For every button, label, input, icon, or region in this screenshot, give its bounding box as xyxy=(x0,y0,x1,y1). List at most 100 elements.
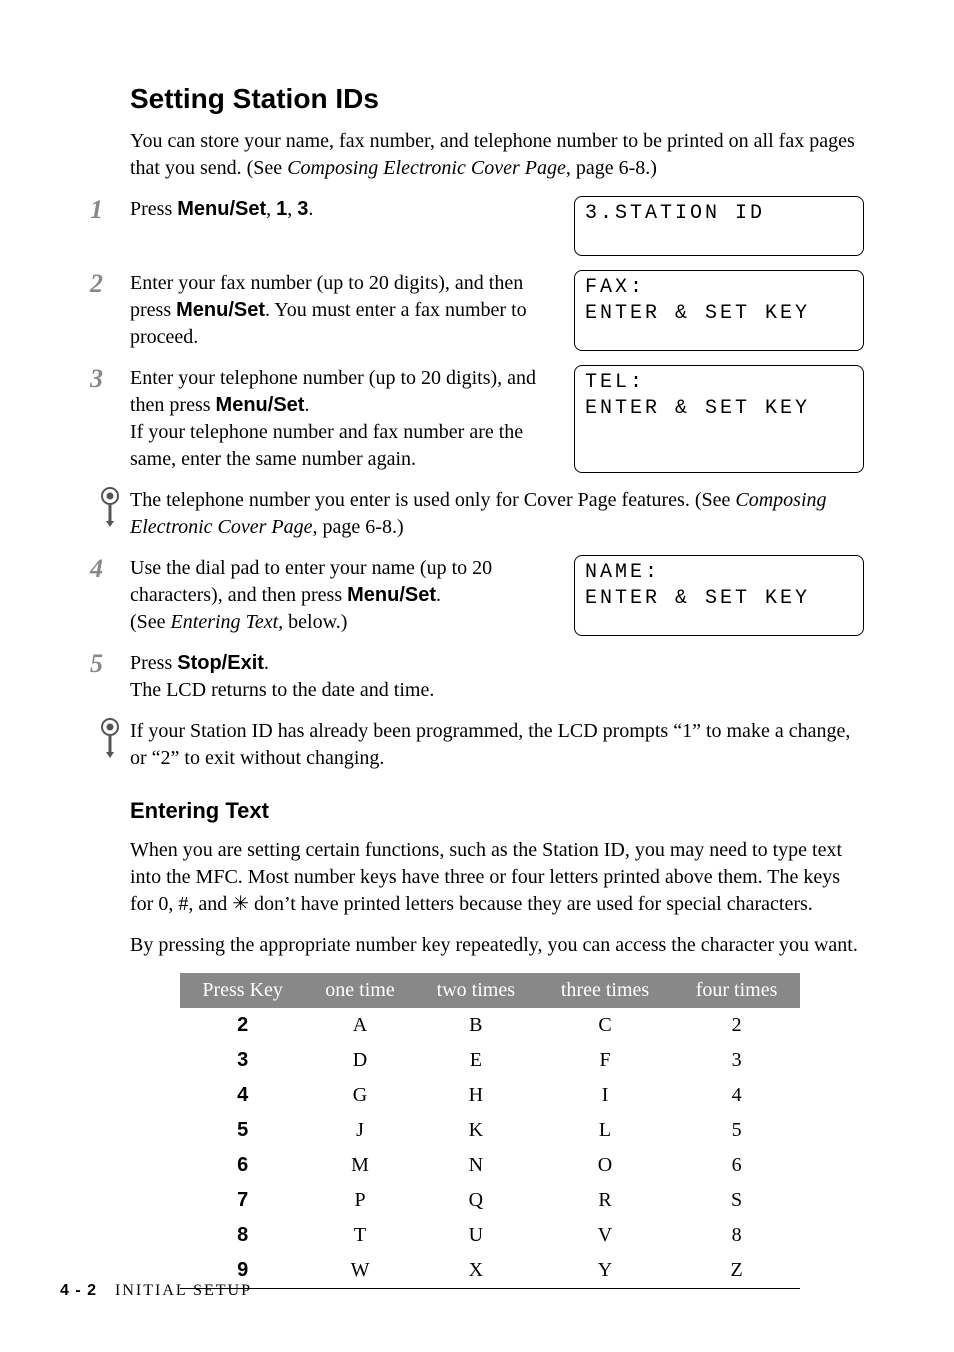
entering-text-p1: When you are setting certain functions, … xyxy=(130,837,864,918)
table-row: 2ABC2 xyxy=(180,1008,800,1043)
tip-icon xyxy=(90,718,130,758)
char-cell: L xyxy=(537,1113,673,1148)
col-three-times: three times xyxy=(537,973,673,1008)
note-text: If your Station ID has already been prog… xyxy=(130,718,864,772)
char-cell: Q xyxy=(415,1183,537,1218)
entering-text-ref: Entering Text, xyxy=(171,611,284,633)
char-cell: R xyxy=(537,1183,673,1218)
menu-set-label: Menu/Set xyxy=(216,394,305,416)
char-cell: J xyxy=(305,1113,415,1148)
step-number: 4 xyxy=(90,555,130,582)
text: If your telephone number and fax number … xyxy=(130,421,523,470)
col-one-time: one time xyxy=(305,973,415,1008)
char-cell: T xyxy=(305,1218,415,1253)
key-cell: 3 xyxy=(180,1043,305,1078)
step-1: 1 Press Menu/Set, 1, 3. 3.STATION ID xyxy=(90,196,864,256)
char-cell: Z xyxy=(673,1253,800,1289)
character-table: Press Key one time two times three times… xyxy=(180,973,800,1289)
table-row: 8TUV8 xyxy=(180,1218,800,1253)
entering-text-heading: Entering Text xyxy=(130,796,864,826)
char-cell: Y xyxy=(537,1253,673,1289)
col-press-key: Press Key xyxy=(180,973,305,1008)
text: Enter your telephone number (up to 20 di… xyxy=(130,367,536,416)
step-3: 3 Enter your telephone number (up to 20 … xyxy=(90,365,864,473)
key-cell: 5 xyxy=(180,1113,305,1148)
lcd-display-station-id: 3.STATION ID xyxy=(574,196,864,256)
menu-set-label: Menu/Set xyxy=(347,584,436,606)
table-header-row: Press Key one time two times three times… xyxy=(180,973,800,1008)
char-cell: X xyxy=(415,1253,537,1289)
char-cell: S xyxy=(673,1183,800,1218)
char-cell: F xyxy=(537,1043,673,1078)
table-row: 6MNO6 xyxy=(180,1148,800,1183)
char-cell: V xyxy=(537,1218,673,1253)
table-row: 3DEF3 xyxy=(180,1043,800,1078)
page-title: Setting Station IDs xyxy=(130,80,864,118)
page-number: 4 - 2 xyxy=(60,1282,97,1299)
char-cell: 5 xyxy=(673,1113,800,1148)
note-text: The telephone number you enter is used o… xyxy=(130,487,864,541)
step-5: 5 Press Stop/Exit. The LCD returns to th… xyxy=(90,650,864,704)
intro-paragraph: You can store your name, fax number, and… xyxy=(130,128,864,182)
char-cell: M xyxy=(305,1148,415,1183)
step-number: 5 xyxy=(90,650,130,677)
step-3-text: Enter your telephone number (up to 20 di… xyxy=(130,365,554,473)
step-number: 3 xyxy=(90,365,130,392)
key-3-label: 3 xyxy=(297,198,308,220)
table-row: 4GHI4 xyxy=(180,1078,800,1113)
key-cell: 8 xyxy=(180,1218,305,1253)
char-cell: P xyxy=(305,1183,415,1218)
key-cell: 7 xyxy=(180,1183,305,1218)
char-cell: W xyxy=(305,1253,415,1289)
menu-set-label: Menu/Set xyxy=(176,299,265,321)
text: Press xyxy=(130,652,177,674)
page-footer: 4 - 2 INITIAL SETUP xyxy=(60,1280,252,1302)
step-5-text: Press Stop/Exit. The LCD returns to the … xyxy=(130,650,864,704)
step-4-text: Use the dial pad to enter your name (up … xyxy=(130,555,554,636)
text: , page 6-8.) xyxy=(313,516,404,538)
char-cell: 6 xyxy=(673,1148,800,1183)
lcd-display-name: NAME: ENTER & SET KEY xyxy=(574,555,864,636)
menu-set-label: Menu/Set xyxy=(177,198,266,220)
char-cell: H xyxy=(415,1078,537,1113)
text: below.) xyxy=(283,611,347,633)
note-station-id-programmed: If your Station ID has already been prog… xyxy=(90,718,864,772)
char-cell: I xyxy=(537,1078,673,1113)
table-row: 5JKL5 xyxy=(180,1113,800,1148)
char-cell: G xyxy=(305,1078,415,1113)
intro-ref: Composing Electronic Cover Page xyxy=(287,157,566,179)
step-number: 1 xyxy=(90,196,130,223)
tip-icon xyxy=(90,487,130,527)
char-cell: B xyxy=(415,1008,537,1043)
char-cell: 2 xyxy=(673,1008,800,1043)
char-cell: K xyxy=(415,1113,537,1148)
char-cell: 4 xyxy=(673,1078,800,1113)
note-cover-page: The telephone number you enter is used o… xyxy=(90,487,864,541)
key-cell: 2 xyxy=(180,1008,305,1043)
entering-text-p2: By pressing the appropriate number key r… xyxy=(130,932,864,959)
text: (See xyxy=(130,611,171,633)
step-2: 2 Enter your fax number (up to 20 digits… xyxy=(90,270,864,351)
char-cell: A xyxy=(305,1008,415,1043)
table-row: 9WXYZ xyxy=(180,1253,800,1289)
key-cell: 6 xyxy=(180,1148,305,1183)
key-1-label: 1 xyxy=(276,198,287,220)
text: . xyxy=(308,198,313,220)
intro-text-b: , page 6-8.) xyxy=(566,157,657,179)
step-4: 4 Use the dial pad to enter your name (u… xyxy=(90,555,864,636)
text: , xyxy=(287,198,297,220)
char-cell: E xyxy=(415,1043,537,1078)
char-cell: D xyxy=(305,1043,415,1078)
text: . xyxy=(436,584,441,606)
section-label: INITIAL SETUP xyxy=(115,1282,252,1299)
col-two-times: two times xyxy=(415,973,537,1008)
step-2-text: Enter your fax number (up to 20 digits),… xyxy=(130,270,554,351)
char-cell: O xyxy=(537,1148,673,1183)
text: The LCD returns to the date and time. xyxy=(130,679,434,701)
stop-exit-label: Stop/Exit xyxy=(177,652,264,674)
text: Press xyxy=(130,198,177,220)
char-cell: N xyxy=(415,1148,537,1183)
col-four-times: four times xyxy=(673,973,800,1008)
char-cell: 8 xyxy=(673,1218,800,1253)
text: . xyxy=(264,652,269,674)
